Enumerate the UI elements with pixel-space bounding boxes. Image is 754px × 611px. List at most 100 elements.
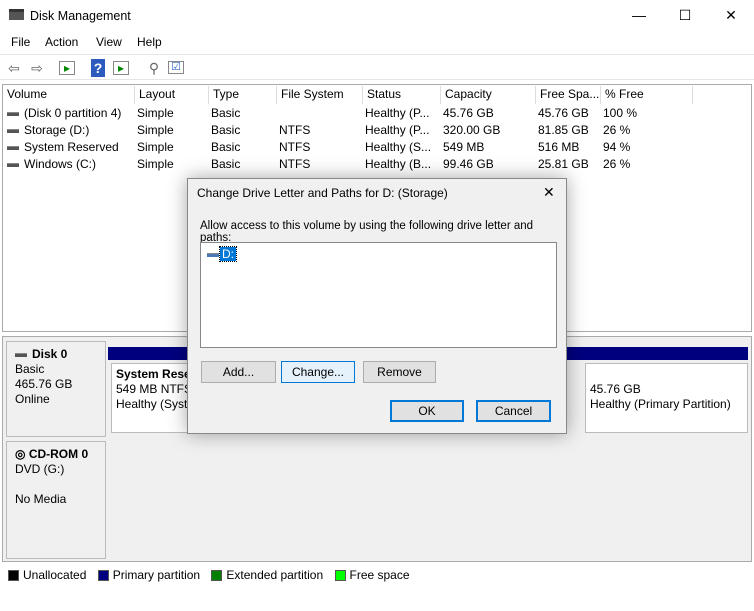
- disk-type: DVD (G:): [15, 462, 65, 476]
- disk-status: Online: [15, 392, 50, 406]
- cell-text: 320.00 GB: [443, 123, 501, 137]
- table-row[interactable]: Storage (D:) Simple Basic NTFS Healthy (P...…: [3, 122, 743, 139]
- cell-text: Simple: [137, 106, 174, 120]
- table-row[interactable]: System Reserved Simple Basic NTFS Healthy (S…: [3, 139, 743, 156]
- menu-view[interactable]: View: [96, 35, 122, 49]
- change-button[interactable]: Change...: [281, 361, 355, 383]
- disk-icon: [15, 352, 27, 357]
- table-row[interactable]: Windows (C:) Simple Basic NTFS Healthy (B...…: [3, 156, 743, 173]
- disk-name: Disk 0: [32, 347, 68, 361]
- cell-text: System Reserved: [24, 140, 119, 154]
- disk-0-label[interactable]: Disk 0 Basic 465.76 GB Online: [6, 341, 106, 437]
- table-cell: Simple: [137, 105, 174, 122]
- partition-disk-0-partition-4[interactable]: 45.76 GB Healthy (Primary Partition): [585, 363, 748, 433]
- column-header-percent-free[interactable]: % Free: [601, 86, 693, 104]
- legend-swatch-primary: [97, 570, 109, 582]
- legend-label: Extended partition: [226, 568, 324, 582]
- column-header-status[interactable]: Status: [363, 86, 441, 104]
- table-cell: Basic: [211, 105, 240, 122]
- cell-text: NTFS: [279, 123, 311, 137]
- cell-text: Basic: [211, 106, 241, 120]
- cell-text: 45.76 GB: [443, 106, 494, 120]
- minimize-button[interactable]: —: [616, 0, 662, 31]
- partition-status: Healthy (Primary Partition): [590, 397, 731, 411]
- cell-text: 94 %: [603, 140, 631, 154]
- volume-icon: [7, 128, 19, 133]
- properties-icon[interactable]: ☑: [168, 61, 184, 74]
- path-item[interactable]: D:: [207, 246, 237, 262]
- cell-text: Storage (D:): [24, 123, 90, 137]
- column-header-file-system[interactable]: File System: [277, 86, 363, 104]
- menu-help[interactable]: Help: [137, 35, 162, 49]
- table-cell: 516 MB: [538, 139, 579, 156]
- toolbar: ⇦ ⇨ ▸ ? ▸ ⚲ ☑: [0, 54, 754, 80]
- cell-text: Simple: [137, 140, 174, 154]
- legend-label: Primary partition: [112, 568, 201, 582]
- volume-icon: [7, 162, 19, 167]
- connect-icon[interactable]: ⚲: [145, 59, 163, 77]
- table-cell: 94 %: [603, 139, 630, 156]
- legend-label: Free space: [349, 568, 410, 582]
- table-cell: NTFS: [279, 156, 310, 173]
- table-cell: Healthy (P...: [365, 122, 429, 139]
- table-cell: 549 MB: [443, 139, 484, 156]
- cell-text: 81.85 GB: [538, 123, 589, 137]
- table-cell: 45.76 GB: [538, 105, 589, 122]
- cell-text: Healthy (B...: [365, 157, 432, 171]
- cdrom-0-label[interactable]: ◎ CD-ROM 0 DVD (G:) No Media: [6, 441, 106, 559]
- disk-management-icon: [9, 9, 24, 20]
- column-header-volume[interactable]: Volume: [3, 86, 135, 104]
- dialog-title: Change Drive Letter and Paths for D: (St…: [197, 186, 448, 200]
- column-header-capacity[interactable]: Capacity: [441, 86, 536, 104]
- cell-text: 45.76 GB: [538, 106, 589, 120]
- menu-action[interactable]: Action: [45, 35, 78, 49]
- change-drive-letter-dialog: Change Drive Letter and Paths for D: (St…: [187, 178, 567, 434]
- table-cell: Simple: [137, 156, 174, 173]
- volume-icon: [7, 145, 19, 150]
- cell-text: 549 MB: [443, 140, 485, 154]
- help-icon[interactable]: ?: [91, 59, 105, 77]
- back-arrow-icon[interactable]: ⇦: [5, 59, 23, 77]
- table-cell: 320.00 GB: [443, 122, 500, 139]
- table-cell: Basic: [211, 156, 240, 173]
- column-header-layout[interactable]: Layout: [135, 86, 209, 104]
- table-cell: Healthy (B...: [365, 156, 431, 173]
- disk-name: CD-ROM 0: [28, 447, 89, 461]
- table-cell: 81.85 GB: [538, 122, 589, 139]
- table-cell: 99.46 GB: [443, 156, 494, 173]
- table-cell: Simple: [137, 122, 174, 139]
- disk-size: 465.76 GB: [15, 377, 73, 391]
- table-cell: NTFS: [279, 122, 310, 139]
- console-tree-icon[interactable]: ▸: [59, 61, 75, 75]
- cell-text: 99.46 GB: [443, 157, 494, 171]
- forward-arrow-icon[interactable]: ⇨: [28, 59, 46, 77]
- menu-file[interactable]: File: [11, 35, 30, 49]
- add-button[interactable]: Add...: [201, 361, 276, 383]
- column-header-type[interactable]: Type: [209, 86, 277, 104]
- table-cell: Healthy (P...: [365, 105, 429, 122]
- cell-text: 26 %: [603, 157, 631, 171]
- table-cell: 45.76 GB: [443, 105, 494, 122]
- action-pane-icon[interactable]: ▸: [113, 61, 129, 75]
- remove-button[interactable]: Remove: [363, 361, 436, 383]
- table-row[interactable]: (Disk 0 partition 4) Simple Basic Healthy (…: [3, 105, 743, 122]
- table-cell: (Disk 0 partition 4): [7, 105, 121, 122]
- table-cell: 25.81 GB: [538, 156, 589, 173]
- maximize-button[interactable]: ☐: [662, 0, 708, 31]
- cell-text: Windows (C:): [24, 157, 97, 171]
- table-cell: Basic: [211, 122, 240, 139]
- ok-button[interactable]: OK: [390, 400, 464, 422]
- cell-text: NTFS: [279, 140, 311, 154]
- cancel-button[interactable]: Cancel: [476, 400, 551, 422]
- column-header-free-space[interactable]: Free Spa...: [536, 86, 601, 104]
- partition-detail: 45.76 GB: [590, 382, 641, 396]
- table-cell: Storage (D:): [7, 122, 89, 139]
- close-button[interactable]: ✕: [708, 0, 754, 31]
- cell-text: Simple: [137, 123, 174, 137]
- dialog-close-button[interactable]: ✕: [543, 184, 555, 201]
- paths-listbox[interactable]: D:: [200, 242, 557, 348]
- menu-bar: File Action View Help: [0, 31, 754, 53]
- cell-text: Healthy (P...: [365, 106, 430, 120]
- legend-swatch-extended: [211, 570, 223, 582]
- cell-text: 100 %: [603, 106, 638, 120]
